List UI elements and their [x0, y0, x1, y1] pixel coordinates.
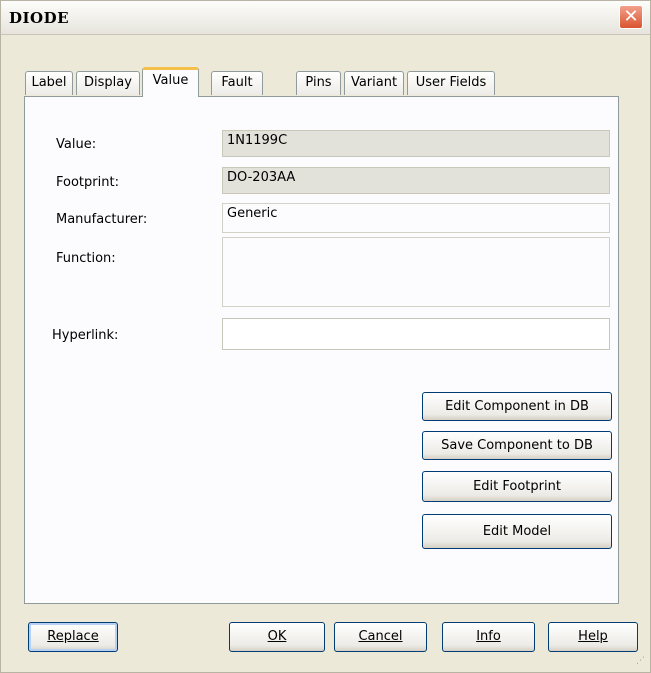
tab-variant-text: Variant — [350, 75, 398, 90]
help-button[interactable]: Help — [548, 622, 638, 652]
footprint-text: DO-203AA — [227, 170, 296, 185]
tab-pins-text: Pins — [305, 75, 332, 90]
close-button[interactable]: ✕ — [619, 5, 643, 29]
edit-footprint-label: Edit Footprint — [473, 479, 561, 494]
tab-value[interactable]: Value — [142, 67, 199, 97]
edit-model-label: Edit Model — [482, 524, 552, 539]
window-title: DIODE — [9, 9, 70, 27]
footprint-field: DO-203AA — [222, 167, 610, 194]
resize-grip-icon[interactable]: ⋰ — [636, 657, 648, 670]
edit-footprint-button[interactable]: Edit Footprint — [422, 471, 612, 502]
ok-label: OK — [267, 629, 287, 644]
tab-pins[interactable]: Pins — [296, 71, 341, 95]
hyperlink-input[interactable] — [222, 318, 610, 350]
tab-user-fields-text: User Fields — [415, 75, 487, 90]
title-bar[interactable]: DIODE ✕ — [1, 1, 650, 35]
tab-panel-value: Value: 1N1199C Footprint: DO-203AA Manuf… — [24, 96, 619, 604]
function-label: Function: — [56, 251, 116, 266]
tab-label[interactable]: Label — [25, 71, 73, 95]
manufacturer-label: Manufacturer: — [56, 212, 148, 227]
tab-label-text: Label — [31, 75, 67, 90]
function-textarea[interactable] — [222, 237, 610, 307]
cancel-button[interactable]: Cancel — [334, 622, 427, 652]
manufacturer-input[interactable]: Generic — [222, 203, 610, 233]
value-text: 1N1199C — [227, 133, 288, 148]
tab-display[interactable]: Display — [76, 71, 140, 95]
replace-button[interactable]: Replace — [28, 622, 118, 652]
tab-value-text: Value — [152, 73, 189, 88]
cancel-label: Cancel — [358, 629, 403, 644]
info-button[interactable]: Info — [442, 622, 535, 652]
ok-button[interactable]: OK — [229, 622, 325, 652]
save-component-to-db-label: Save Component to DB — [441, 438, 593, 453]
tab-fault[interactable]: Fault — [211, 71, 263, 95]
tab-display-text: Display — [84, 75, 132, 90]
edit-model-button[interactable]: Edit Model — [422, 514, 612, 549]
help-label: Help — [578, 629, 608, 644]
replace-label: Replace — [47, 629, 99, 644]
footprint-label: Footprint: — [56, 175, 119, 190]
close-icon: ✕ — [623, 6, 639, 27]
save-component-to-db-button[interactable]: Save Component to DB — [422, 431, 612, 460]
hyperlink-label: Hyperlink: — [52, 328, 119, 343]
edit-component-in-db-button[interactable]: Edit Component in DB — [422, 392, 612, 421]
edit-component-in-db-label: Edit Component in DB — [445, 399, 589, 414]
dialog-window: DIODE ✕ Value: 1N1199C Footprint: DO-203… — [0, 0, 651, 673]
info-label: Info — [476, 629, 501, 644]
tab-user-fields[interactable]: User Fields — [407, 71, 495, 95]
manufacturer-text: Generic — [227, 206, 278, 221]
tab-variant[interactable]: Variant — [344, 71, 404, 95]
value-label: Value: — [56, 137, 97, 152]
value-field: 1N1199C — [222, 130, 610, 157]
tab-fault-text: Fault — [221, 75, 253, 90]
